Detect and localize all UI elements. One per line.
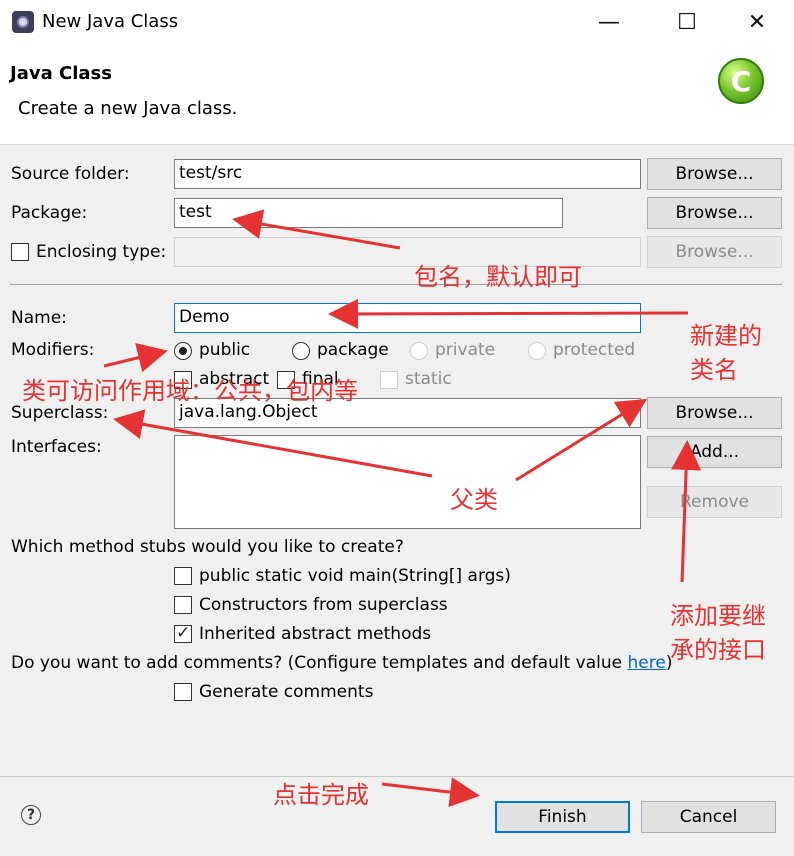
annotation-finish: 点击完成 <box>273 781 369 809</box>
annotation-name-2: 类名 <box>690 356 738 384</box>
annotation-arrows <box>103 209 702 808</box>
annotation-superclass: 父类 <box>450 486 498 514</box>
annotation-interfaces-1: 添加要继 <box>670 602 766 630</box>
annotation-package: 包名，默认即可 <box>414 263 582 291</box>
arrow-to-add-interface <box>671 440 702 583</box>
arrow-to-package <box>232 209 401 250</box>
arrow-to-superclass-browse <box>515 398 648 482</box>
annotation-modifiers: 类可访问作用域：公共，包内等 <box>22 377 358 405</box>
annotation-interfaces-2: 承的接口 <box>670 636 766 664</box>
arrow-to-modifiers <box>103 343 168 373</box>
arrow-to-name <box>328 298 689 329</box>
arrow-to-finish <box>381 777 480 808</box>
annotation-name-1: 新建的 <box>690 322 762 350</box>
arrow-to-superclass-label <box>113 409 433 478</box>
